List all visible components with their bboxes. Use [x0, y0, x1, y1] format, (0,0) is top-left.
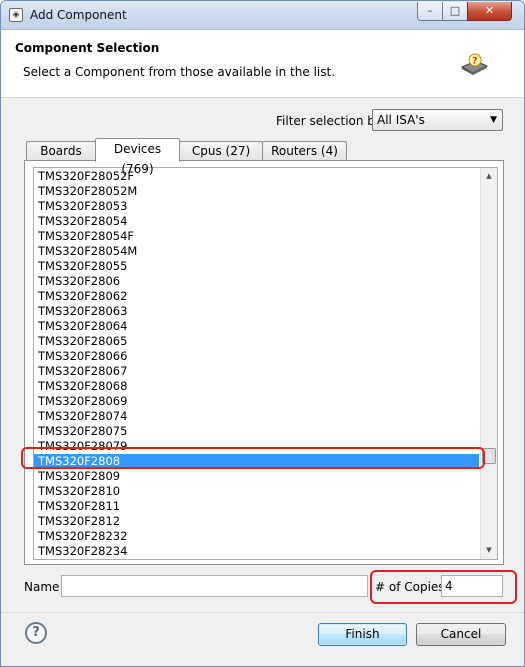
list-item[interactable]: TMS320F28055	[34, 259, 479, 274]
list-item[interactable]: TMS320F28064	[34, 319, 479, 334]
minimize-button[interactable]: –	[417, 2, 443, 21]
scroll-up-icon[interactable]: ▲	[481, 168, 497, 185]
list-item[interactable]: TMS320F28054M	[34, 244, 479, 259]
isa-filter-select[interactable]: All ISA's ▼	[372, 109, 503, 131]
banner-title: Component Selection	[15, 41, 160, 55]
close-button[interactable]: ✕	[467, 2, 512, 21]
finish-button[interactable]: Finish	[318, 623, 407, 646]
selected-item-highlight	[21, 447, 485, 469]
title-bar[interactable]: ◈ Add Component – □ ✕	[1, 1, 524, 30]
add-component-dialog: ◈ Add Component – □ ✕ Component Selectio…	[0, 0, 525, 667]
banner-description: Select a Component from those available …	[23, 65, 336, 79]
dropdown-arrow-icon: ▼	[490, 115, 497, 125]
window-title: Add Component	[30, 8, 127, 22]
list-item[interactable]: TMS320F2810	[34, 484, 479, 499]
list-item[interactable]: TMS320F28052M	[34, 184, 479, 199]
devices-tab-panel: TMS320F28234 TMS320F28232 TMS320F2812 TMS32…	[24, 160, 504, 565]
maximize-button[interactable]: □	[442, 2, 468, 21]
list-item[interactable]: TMS320F28054	[34, 214, 479, 229]
list-item[interactable]: TMS320F28065	[34, 334, 479, 349]
isa-filter-value: All ISA's	[377, 113, 425, 127]
name-label: Name	[24, 580, 60, 594]
list-item[interactable]: TMS320F28052F	[34, 169, 479, 184]
name-input[interactable]	[61, 575, 368, 597]
list-item[interactable]: TMS320F28074	[34, 409, 479, 424]
header-banner: Component Selection Select a Component f…	[1, 30, 524, 98]
filter-label: Filter selection by	[276, 114, 383, 128]
list-item[interactable]: TMS320F28062	[34, 289, 479, 304]
list-item[interactable]: TMS320F2809	[34, 469, 479, 484]
scroll-down-icon[interactable]: ▼	[481, 542, 497, 559]
chip-help-icon: ?	[460, 53, 489, 75]
list-item[interactable]: TMS320F2812	[34, 514, 479, 529]
tab-boards[interactable]: Boards (90)	[26, 141, 96, 176]
list-item[interactable]: TMS320F2811	[34, 499, 479, 514]
list-item[interactable]: TMS320F2806	[34, 274, 479, 289]
list-item[interactable]: TMS320F28054F	[34, 229, 479, 244]
list-item[interactable]: TMS320F28066	[34, 349, 479, 364]
list-item[interactable]: TMS320F28232	[34, 529, 479, 544]
copies-highlight	[370, 570, 517, 604]
tab-cpus[interactable]: Cpus (27)	[179, 141, 263, 161]
svg-text:?: ?	[472, 57, 477, 67]
help-icon[interactable]: ?	[25, 622, 47, 644]
footer-separator	[1, 612, 524, 613]
component-app-icon: ◈	[9, 8, 23, 22]
list-item[interactable]: TMS320F28234	[34, 544, 479, 559]
tab-routers[interactable]: Routers (4)	[262, 141, 347, 161]
list-scrollbar[interactable]: ▲ ▼	[480, 168, 497, 559]
list-item[interactable]: TMS320F28063	[34, 304, 479, 319]
cancel-button[interactable]: Cancel	[416, 623, 506, 646]
device-list[interactable]: TMS320F28234 TMS320F28232 TMS320F2812 TMS32…	[33, 167, 498, 560]
list-item[interactable]: TMS320F28075	[34, 424, 479, 439]
list-item[interactable]: TMS320F28053	[34, 199, 479, 214]
list-item[interactable]: TMS320F28069	[34, 394, 479, 409]
list-item[interactable]: TMS320F28068	[34, 379, 479, 394]
tab-devices[interactable]: Devices (769)	[95, 138, 180, 176]
list-item[interactable]: TMS320F28067	[34, 364, 479, 379]
